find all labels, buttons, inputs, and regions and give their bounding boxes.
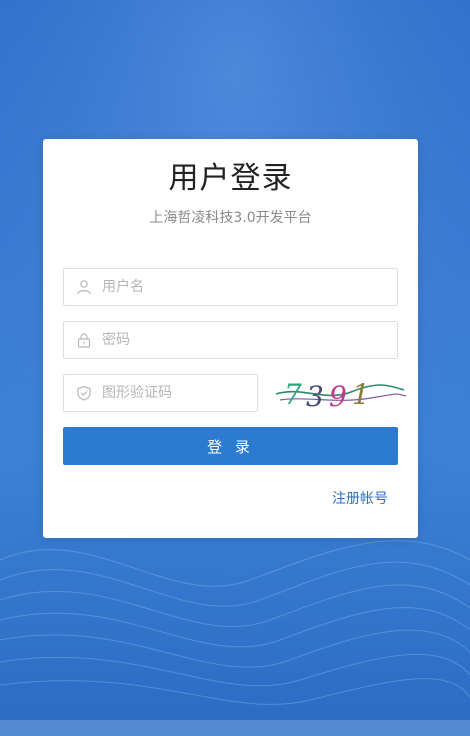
svg-text:3: 3 [306,380,324,412]
lock-icon [77,333,91,348]
username-field[interactable] [63,268,398,306]
login-card: 用户登录 上海哲凌科技3.0开发平台 7 3 9 1 登 录 注册帐号 [43,139,418,538]
password-field[interactable] [63,321,398,359]
svg-text:1: 1 [352,378,370,411]
svg-text:9: 9 [329,380,347,412]
svg-text:7: 7 [284,378,302,411]
username-input[interactable] [102,269,382,305]
login-subtitle: 上海哲凌科技3.0开发平台 [149,210,312,226]
login-button[interactable]: 登 录 [63,427,398,465]
password-input[interactable] [102,322,382,358]
shield-check-icon [77,385,91,401]
user-icon [77,280,91,295]
login-title: 用户登录 [168,161,293,196]
captcha-image[interactable]: 7 3 9 1 [276,374,406,412]
captcha-field[interactable] [63,374,258,412]
captcha-input[interactable] [102,375,247,411]
register-link[interactable]: 注册帐号 [332,489,388,509]
